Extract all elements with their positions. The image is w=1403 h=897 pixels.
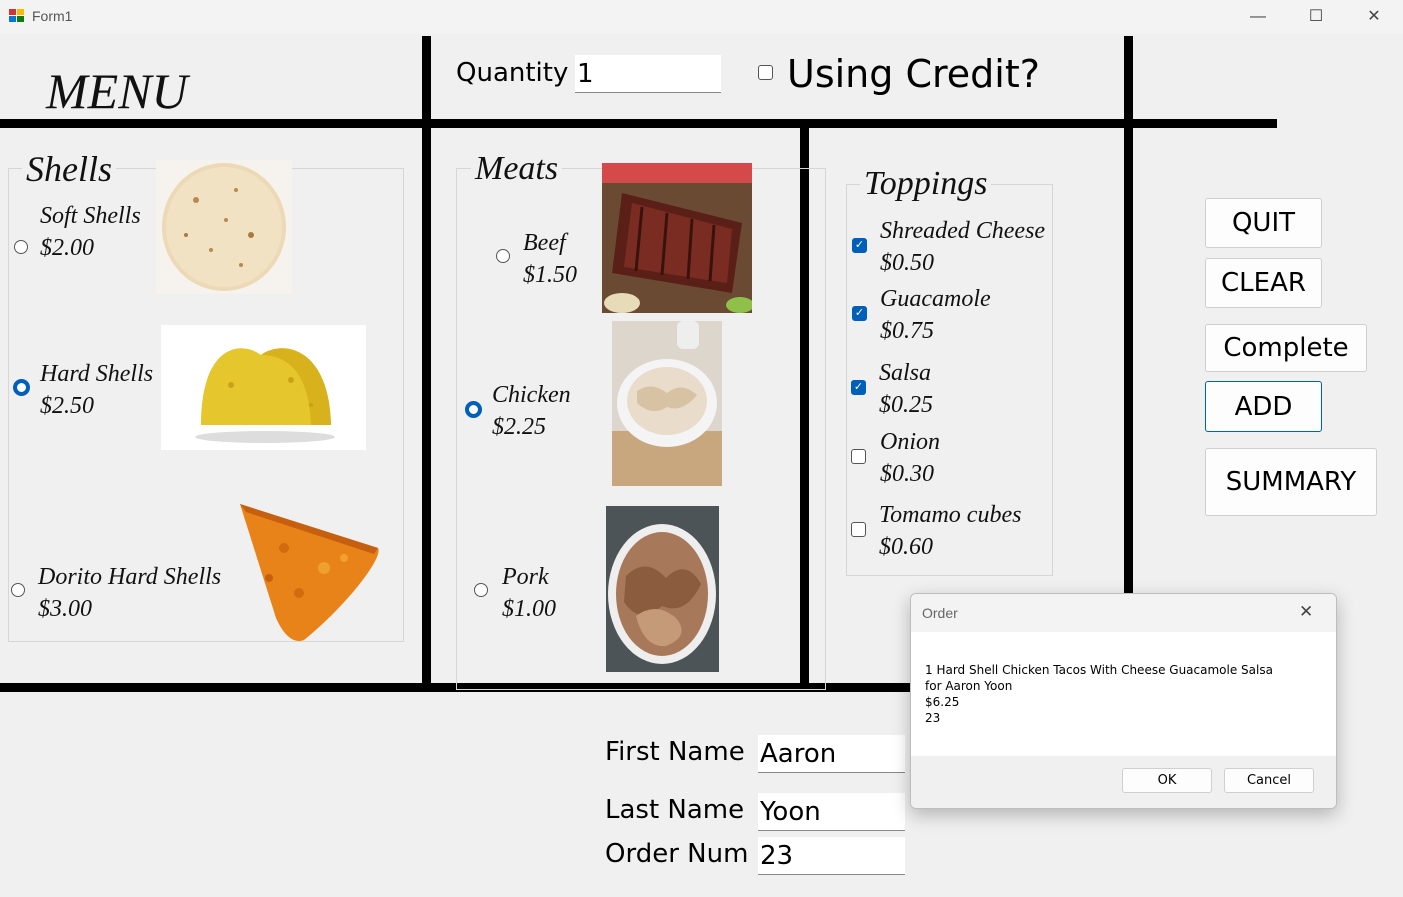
- quantity-label: Quantity: [456, 58, 569, 88]
- salsa-checkbox[interactable]: ✓: [851, 380, 866, 395]
- dialog-line-4: 23: [925, 711, 941, 725]
- soft-shells-radio[interactable]: [14, 240, 28, 254]
- tomato-text: Tomamo cubes $0.60: [879, 499, 1021, 563]
- divider-vertical-3: [1124, 36, 1133, 596]
- soft-shells-price: $2.00: [40, 235, 94, 261]
- clear-button[interactable]: CLEAR: [1205, 258, 1322, 308]
- last-name-label: Last Name: [605, 795, 745, 825]
- dialog-close-icon[interactable]: ✕: [1299, 602, 1313, 622]
- cheese-checkbox[interactable]: ✓: [852, 238, 867, 253]
- pork-price: $1.00: [502, 596, 556, 622]
- soft-shells-text: Soft Shells $2.00: [40, 200, 141, 264]
- hard-shells-price: $2.50: [40, 393, 94, 419]
- quantity-input[interactable]: [575, 55, 721, 93]
- tomato-checkbox[interactable]: [851, 522, 866, 537]
- soft-shells-name: Soft Shells: [40, 203, 141, 229]
- dialog-line-3: $6.25: [925, 695, 960, 709]
- chicken-radio[interactable]: [465, 401, 482, 418]
- complete-button[interactable]: Complete: [1205, 324, 1367, 372]
- hard-shells-name: Hard Shells: [40, 361, 154, 387]
- tomato-price: $0.60: [879, 534, 933, 560]
- shells-legend: Shells: [22, 148, 116, 190]
- minimize-button[interactable]: —: [1229, 0, 1287, 34]
- menu-title: MENU: [46, 63, 188, 119]
- tomato-name: Tomamo cubes: [879, 502, 1022, 528]
- chicken-text: Chicken $2.25: [492, 379, 571, 443]
- hard-shells-text: Hard Shells $2.50: [40, 358, 153, 422]
- salsa-name: Salsa: [879, 360, 932, 386]
- quit-button[interactable]: QUIT: [1205, 198, 1322, 248]
- beef-price: $1.50: [523, 262, 577, 288]
- dorito-shells-name: Dorito Hard Shells: [38, 564, 222, 590]
- guacamole-price: $0.75: [880, 318, 934, 344]
- dialog-title: Order: [922, 605, 958, 621]
- pork-image: [606, 506, 719, 672]
- pork-radio[interactable]: [474, 583, 488, 597]
- beef-image: [602, 163, 752, 313]
- pork-text: Pork $1.00: [502, 561, 556, 625]
- first-name-field[interactable]: [758, 735, 905, 773]
- onion-name: Onion: [880, 429, 940, 455]
- summary-button[interactable]: SUMMARY: [1205, 448, 1377, 516]
- dorito-shell-image: [224, 498, 384, 644]
- chicken-price: $2.25: [492, 414, 546, 440]
- hard-shells-radio[interactable]: [13, 379, 30, 396]
- credit-checkbox[interactable]: [758, 65, 773, 80]
- toppings-legend: Toppings: [860, 165, 992, 203]
- dialog-line-2: for Aaron Yoon: [925, 679, 1013, 693]
- close-button[interactable]: ✕: [1345, 0, 1403, 34]
- order-dialog: Order ✕ 1 Hard Shell Chicken Tacos With …: [910, 593, 1337, 809]
- salsa-price: $0.25: [879, 392, 933, 418]
- guacamole-checkbox[interactable]: ✓: [852, 306, 867, 321]
- dialog-title-bar: Order ✕: [911, 594, 1336, 632]
- window-title: Form1: [32, 8, 73, 24]
- title-bar: Form1 — ☐ ✕: [0, 0, 1403, 34]
- beef-radio[interactable]: [496, 249, 510, 263]
- dialog-message: 1 Hard Shell Chicken Tacos With Cheese G…: [925, 662, 1273, 726]
- dorito-shells-price: $3.00: [38, 596, 92, 622]
- soft-shell-image: [156, 160, 292, 294]
- hard-shell-image: [161, 325, 366, 450]
- dialog-ok-button[interactable]: OK: [1122, 768, 1212, 793]
- first-name-label: First Name: [605, 737, 745, 767]
- chicken-name: Chicken: [492, 382, 571, 408]
- guacamole-name: Guacamole: [880, 286, 991, 312]
- order-num-field[interactable]: [758, 837, 905, 875]
- dialog-cancel-button[interactable]: Cancel: [1224, 768, 1314, 793]
- credit-label: Using Credit?: [787, 52, 1040, 96]
- cheese-text: Shreaded Cheese $0.50: [880, 215, 1045, 279]
- beef-text: Beef $1.50: [523, 227, 577, 291]
- pork-name: Pork: [502, 564, 549, 590]
- app-icon: [9, 9, 25, 23]
- beef-name: Beef: [523, 230, 566, 256]
- divider-horizontal-top: [0, 119, 1277, 128]
- dorito-shells-text: Dorito Hard Shells $3.00: [38, 561, 221, 625]
- chicken-image: [612, 321, 722, 486]
- last-name-field[interactable]: [758, 793, 905, 831]
- onion-price: $0.30: [880, 461, 934, 487]
- cheese-price: $0.50: [880, 250, 934, 276]
- onion-checkbox[interactable]: [851, 449, 866, 464]
- maximize-button[interactable]: ☐: [1287, 0, 1345, 34]
- salsa-text: Salsa $0.25: [879, 357, 933, 421]
- add-button[interactable]: ADD: [1205, 381, 1322, 432]
- onion-text: Onion $0.30: [880, 426, 940, 490]
- cheese-name: Shreaded Cheese: [880, 218, 1046, 244]
- dorito-shells-radio[interactable]: [11, 583, 25, 597]
- order-num-label: Order Num: [605, 839, 749, 869]
- dialog-line-1: 1 Hard Shell Chicken Tacos With Cheese G…: [925, 663, 1273, 677]
- divider-vertical-1: [422, 36, 431, 692]
- guacamole-text: Guacamole $0.75: [880, 283, 991, 347]
- meats-legend: Meats: [471, 150, 563, 188]
